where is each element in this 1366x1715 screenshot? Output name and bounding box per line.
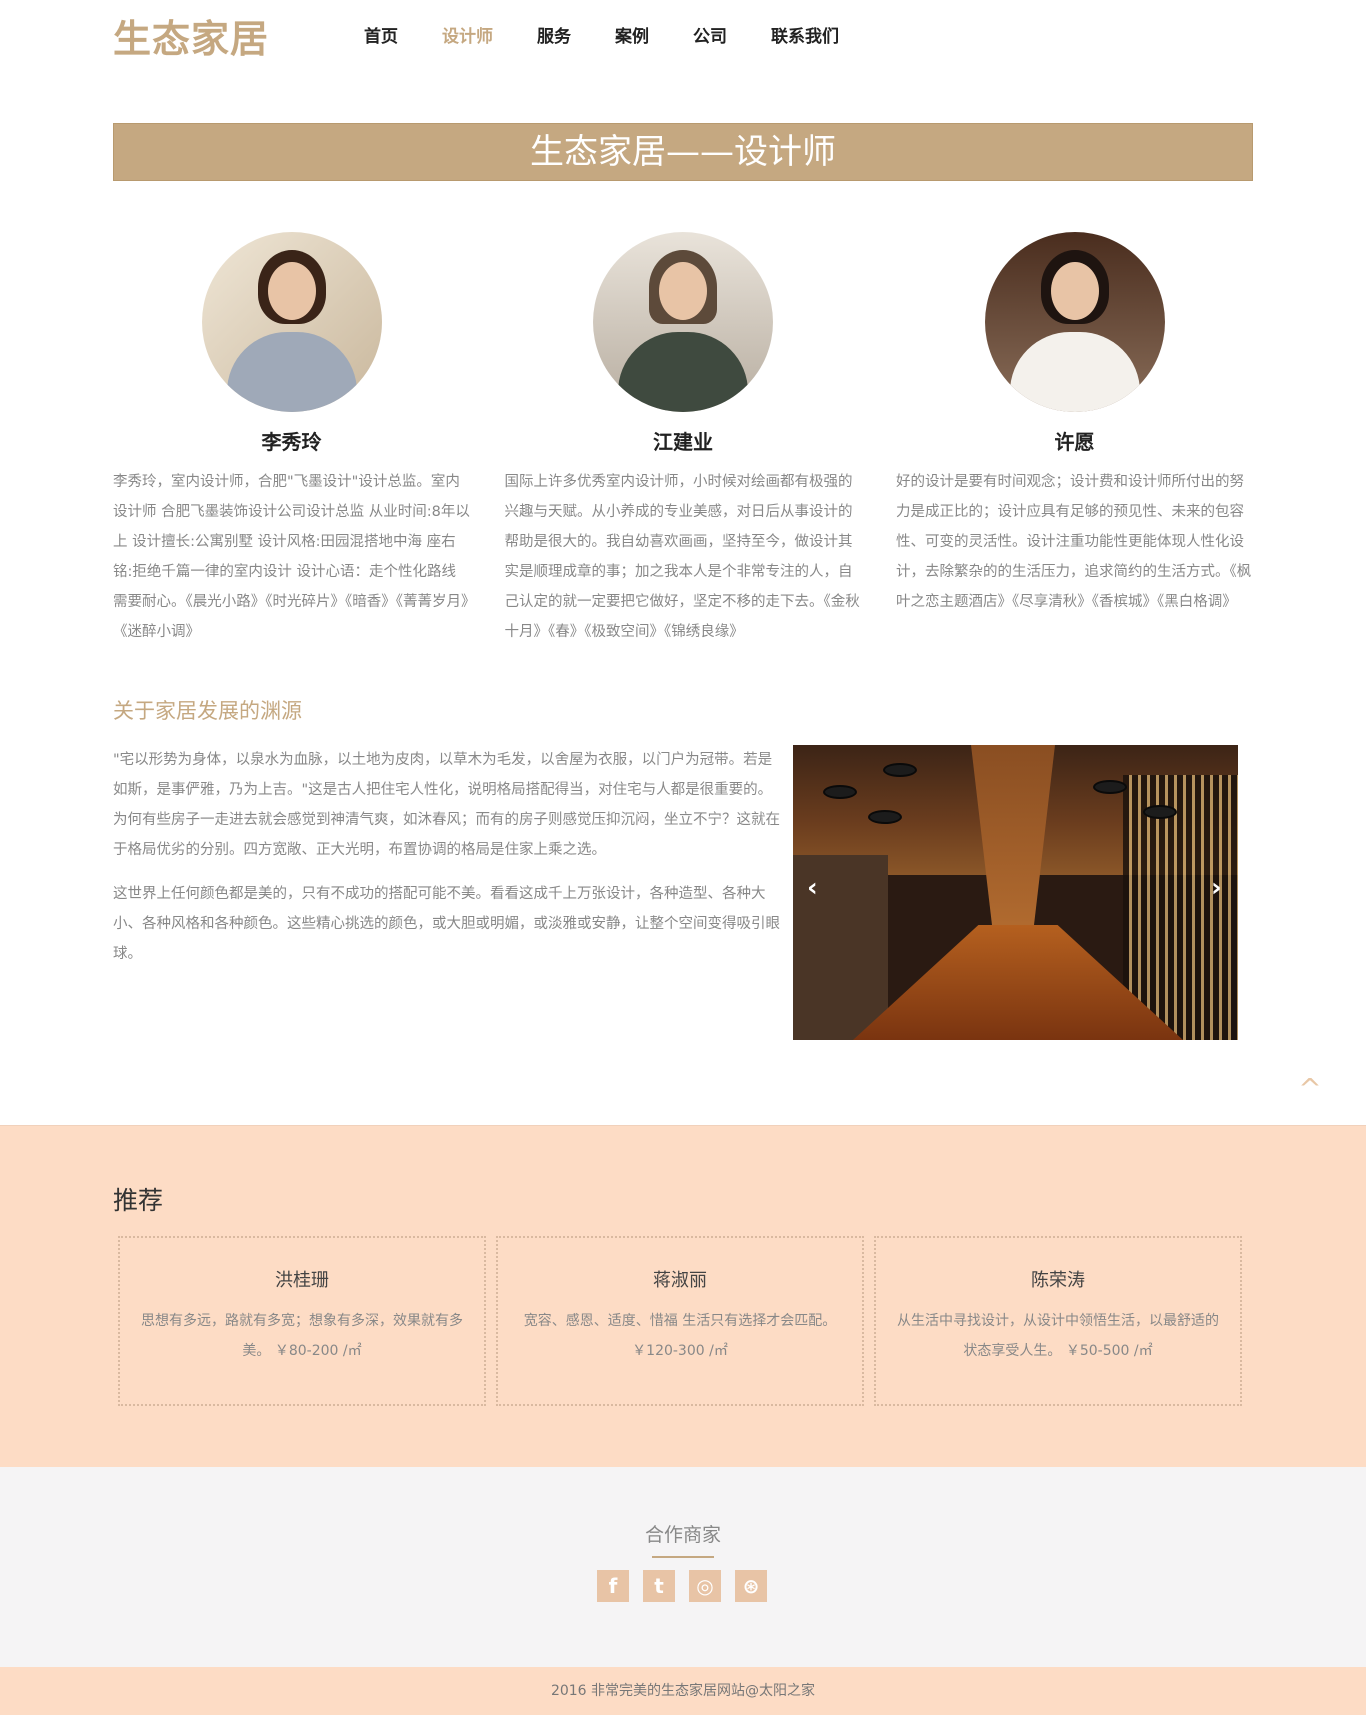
- image-slider[interactable]: ‹ ›: [793, 745, 1238, 1040]
- about-paragraph: 这世界上任何颜色都是美的，只有不成功的搭配可能不美。看看这成千上万张设计，各种造…: [113, 886, 780, 962]
- recommend-desc: 思想有多远，路就有多宽；想象有多深，效果就有多美。 ￥80-200 /㎡: [141, 1313, 463, 1359]
- designer-name: 李秀玲: [261, 430, 322, 454]
- recommend-card[interactable]: 洪桂珊 思想有多远，路就有多宽；想象有多深，效果就有多美。 ￥80-200 /㎡: [118, 1236, 486, 1406]
- designer-card: 许愿 好的设计是要有时间观念；设计费和设计师所付出的努力是成正比的；设计应具有足…: [896, 232, 1253, 647]
- facebook-icon[interactable]: f: [597, 1570, 629, 1602]
- slider-next-button[interactable]: ›: [1211, 873, 1222, 903]
- footer: 2016 非常完美的生态家居网站@太阳之家: [0, 1667, 1366, 1715]
- header: 生态家居 首页 设计师 服务 案例 公司 联系我们: [0, 0, 1366, 70]
- nav-designers[interactable]: 设计师: [442, 22, 493, 47]
- designer-name: 许愿: [1054, 430, 1095, 454]
- nav-home[interactable]: 首页: [364, 22, 398, 47]
- recommend-name: 陈荣涛: [1031, 1270, 1085, 1291]
- nav-cases[interactable]: 案例: [615, 22, 649, 47]
- about-title: 关于家居发展的渊源: [113, 699, 302, 723]
- designer-list: 李秀玲 李秀玲，室内设计师，合肥"飞墨设计"设计总监。室内设计师 合肥飞墨装饰设…: [113, 232, 1253, 647]
- designer-avatar: [201, 232, 382, 412]
- partners-section: 合作商家 f t ◎ ⊛: [0, 1467, 1366, 1667]
- main-nav: 首页 设计师 服务 案例 公司 联系我们: [364, 22, 883, 47]
- designer-desc: 好的设计是要有时间观念；设计费和设计师所付出的努力是成正比的；设计应具有足够的预…: [896, 474, 1252, 610]
- designer-name: 江建业: [653, 430, 713, 454]
- page-banner: 生态家居——设计师: [113, 123, 1253, 181]
- recommend-title: 推荐: [113, 1186, 164, 1215]
- twitter-icon[interactable]: t: [643, 1570, 675, 1602]
- recommend-list: 洪桂珊 思想有多远，路就有多宽；想象有多深，效果就有多美。 ￥80-200 /㎡…: [118, 1236, 1252, 1406]
- designer-desc: 李秀玲，室内设计师，合肥"飞墨设计"设计总监。室内设计师 合肥飞墨装饰设计公司设…: [113, 474, 470, 640]
- nav-contact[interactable]: 联系我们: [771, 22, 839, 47]
- site-logo[interactable]: 生态家居: [113, 8, 269, 63]
- designer-desc: 国际上许多优秀室内设计师，小时候对绘画都有极强的兴趣与天赋。从小养成的专业美感，…: [504, 474, 860, 640]
- designer-avatar: [984, 232, 1165, 412]
- back-to-top-icon[interactable]: ^: [1296, 1075, 1324, 1103]
- designer-avatar: [593, 232, 773, 412]
- recommend-card[interactable]: 陈荣涛 从生活中寻找设计，从设计中领悟生活，以最舒适的状态享受人生。 ￥50-5…: [874, 1236, 1242, 1406]
- recommend-section: 推荐 洪桂珊 思想有多远，路就有多宽；想象有多深，效果就有多美。 ￥80-200…: [0, 1125, 1366, 1467]
- designer-card: 李秀玲 李秀玲，室内设计师，合肥"飞墨设计"设计总监。室内设计师 合肥飞墨装饰设…: [113, 232, 470, 647]
- slider-prev-button[interactable]: ‹: [807, 873, 818, 903]
- instagram-icon[interactable]: ◎: [689, 1570, 721, 1602]
- about-paragraph: "宅以形势为身体，以泉水为血脉，以土地为皮肉，以草木为毛发，以舍屋为衣服，以门户…: [113, 752, 780, 858]
- title-underline: [652, 1556, 714, 1558]
- recommend-desc: 宽容、感恩、适度、惜福 生活只有选择才会匹配。 ￥120-300 /㎡: [523, 1313, 837, 1359]
- recommend-name: 洪桂珊: [275, 1270, 329, 1291]
- designer-card: 江建业 国际上许多优秀室内设计师，小时候对绘画都有极强的兴趣与天赋。从小养成的专…: [505, 232, 862, 647]
- about-text: "宅以形势为身体，以泉水为血脉，以土地为皮肉，以草木为毛发，以舍屋为衣服，以门户…: [113, 745, 781, 983]
- social-links: f t ◎ ⊛: [597, 1570, 781, 1602]
- nav-company[interactable]: 公司: [693, 22, 727, 47]
- recommend-name: 蒋淑丽: [653, 1270, 707, 1291]
- partners-title: 合作商家: [644, 1524, 721, 1546]
- recommend-desc: 从生活中寻找设计，从设计中领悟生活，以最舒适的状态享受人生。 ￥50-500 /…: [897, 1313, 1219, 1359]
- nav-services[interactable]: 服务: [537, 22, 571, 47]
- recommend-card[interactable]: 蒋淑丽 宽容、感恩、适度、惜福 生活只有选择才会匹配。 ￥120-300 /㎡: [496, 1236, 864, 1406]
- dribbble-icon[interactable]: ⊛: [735, 1570, 767, 1602]
